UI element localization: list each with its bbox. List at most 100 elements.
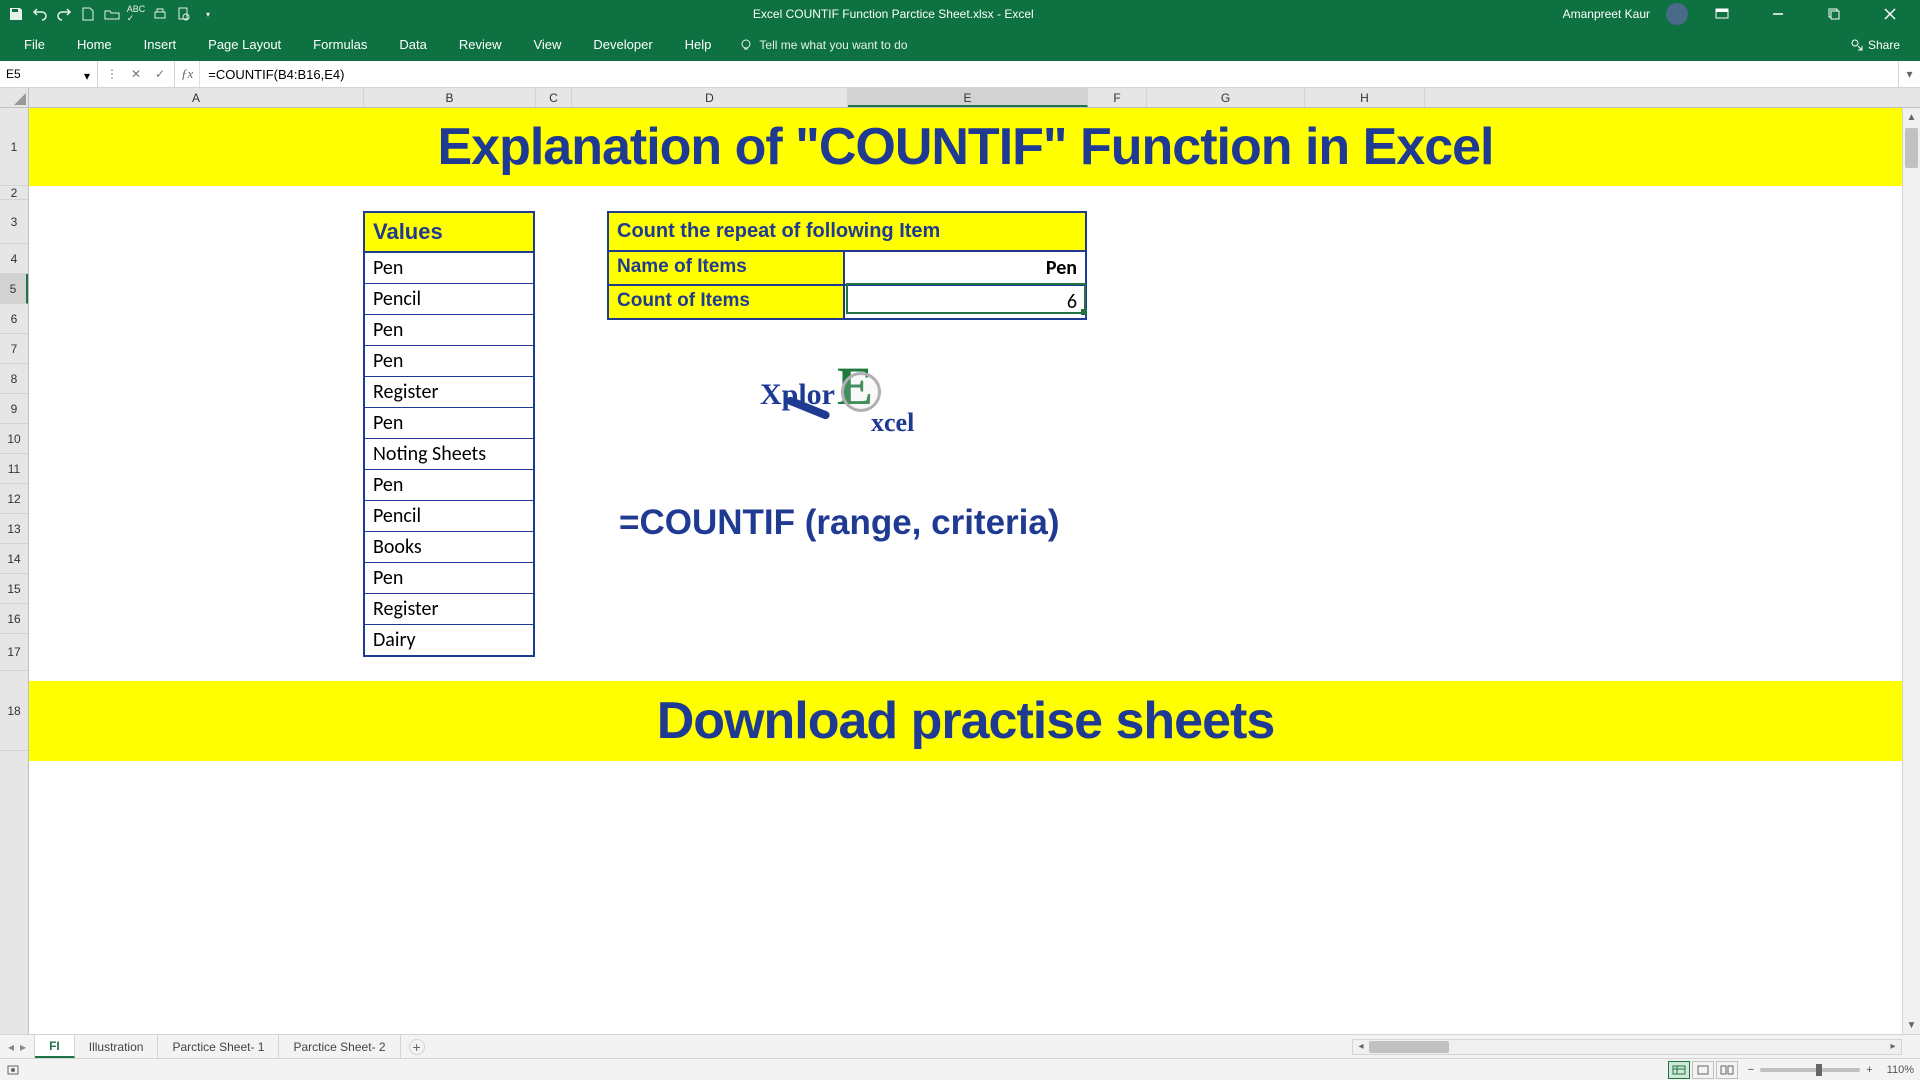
quickprint-icon[interactable] [152,6,168,22]
worksheet-grid: ABCDEFGH 123456789101112131415161718 Exp… [0,88,1920,1034]
column-header-B[interactable]: B [364,88,536,107]
zoom-out-button[interactable]: − [1748,1064,1754,1076]
scroll-up-icon[interactable]: ▲ [1903,108,1920,126]
column-header-E[interactable]: E [848,88,1088,107]
ribbon-tab-view[interactable]: View [519,29,575,60]
zoom-slider-thumb[interactable] [1816,1064,1822,1076]
add-sheet-button[interactable]: + [409,1039,425,1055]
normal-view-button[interactable] [1668,1061,1690,1079]
ribbon-tab-home[interactable]: Home [63,29,126,60]
row-header-9[interactable]: 9 [0,394,28,424]
ribbon-tab-formulas[interactable]: Formulas [299,29,381,60]
user-avatar-icon[interactable] [1666,3,1688,25]
vertical-scrollbar[interactable]: ▲ ▼ [1902,108,1920,1034]
row-header-16[interactable]: 16 [0,604,28,634]
name-box[interactable]: ▾ [0,61,98,87]
formula-input[interactable] [200,61,1898,87]
sheet-tab-parctice-sheet--2[interactable]: Parctice Sheet- 2 [279,1035,400,1058]
new-icon[interactable] [80,6,96,22]
zoom-controls: − + 110% [1748,1064,1914,1076]
qat-customize-icon[interactable]: ▾ [200,6,216,22]
zoom-slider[interactable] [1760,1068,1860,1072]
open-icon[interactable] [104,6,120,22]
fx-icon[interactable]: ƒx [175,61,200,87]
row-header-11[interactable]: 11 [0,454,28,484]
row-header-4[interactable]: 4 [0,244,28,274]
ribbon-tab-file[interactable]: File [10,29,59,60]
share-icon [1850,38,1864,52]
column-header-C[interactable]: C [536,88,572,107]
row-header-13[interactable]: 13 [0,514,28,544]
enter-icon[interactable]: ✓ [152,67,168,81]
ribbon-tab-review[interactable]: Review [445,29,516,60]
ribbon-tab-help[interactable]: Help [671,29,726,60]
column-header-F[interactable]: F [1088,88,1147,107]
sheet-tab-fi[interactable]: FI [35,1035,75,1058]
title-bar: ABC✓ ▾ Excel COUNTIF Function Parctice S… [0,0,1920,28]
row-header-1[interactable]: 1 [0,108,28,186]
user-name[interactable]: Amanpreet Kaur [1563,7,1654,21]
scroll-down-icon[interactable]: ▼ [1903,1016,1920,1034]
logo-text-xcel: xcel [871,408,914,438]
ribbon-tab-insert[interactable]: Insert [130,29,191,60]
zoom-in-button[interactable]: + [1866,1064,1872,1076]
row-header-10[interactable]: 10 [0,424,28,454]
close-button[interactable] [1868,0,1912,28]
page-layout-view-button[interactable] [1692,1061,1714,1079]
formula-bar-expand-icon[interactable]: ▾ [1898,61,1920,87]
column-header-A[interactable]: A [29,88,364,107]
row-header-2[interactable]: 2 [0,186,28,200]
maximize-button[interactable] [1812,0,1856,28]
name-of-items-label: Name of Items [609,252,845,284]
share-button[interactable]: Share [1840,32,1910,58]
minimize-button[interactable] [1756,0,1800,28]
tab-nav-prev-icon[interactable]: ◂ [8,1040,14,1054]
macro-record-icon[interactable] [6,1063,20,1077]
hscroll-thumb[interactable] [1369,1041,1449,1053]
sheet-tab-nav[interactable]: ◂ ▸ [0,1035,35,1058]
name-box-dropdown-icon[interactable]: ▾ [84,69,94,79]
select-all-button[interactable] [0,88,29,107]
ribbon-tab-data[interactable]: Data [385,29,440,60]
page-break-view-button[interactable] [1716,1061,1738,1079]
page-footer: Download practise sheets [29,681,1902,761]
spelling-icon[interactable]: ABC✓ [128,6,144,22]
tell-me-search[interactable]: Tell me what you want to do [739,38,907,52]
scroll-right-icon[interactable]: ▸ [1885,1041,1901,1052]
cancel-icon[interactable]: ✕ [128,67,144,81]
tab-split-handle[interactable]: ⋮ [1344,1040,1352,1054]
save-icon[interactable] [8,6,24,22]
row-header-15[interactable]: 15 [0,574,28,604]
row-header-8[interactable]: 8 [0,364,28,394]
vscroll-thumb[interactable] [1905,128,1918,168]
ribbon-tab-page-layout[interactable]: Page Layout [194,29,295,60]
row-header-18[interactable]: 18 [0,671,28,751]
values-row: Register [365,594,533,625]
sheet-tab-parctice-sheet--1[interactable]: Parctice Sheet- 1 [158,1035,279,1058]
name-box-input[interactable] [0,67,80,81]
row-header-5[interactable]: 5 [0,274,28,304]
horizontal-scrollbar[interactable]: ◂ ▸ [1352,1039,1902,1055]
zoom-level[interactable]: 110% [1887,1064,1914,1076]
row-header-17[interactable]: 17 [0,634,28,671]
row-header-14[interactable]: 14 [0,544,28,574]
sheet-tab-illustration[interactable]: Illustration [75,1035,159,1058]
values-row: Pen [365,408,533,439]
row-header-3[interactable]: 3 [0,200,28,244]
column-header-D[interactable]: D [572,88,848,107]
column-header-H[interactable]: H [1305,88,1425,107]
ribbon-tab-developer[interactable]: Developer [579,29,666,60]
row-header-12[interactable]: 12 [0,484,28,514]
row-header-6[interactable]: 6 [0,304,28,334]
scroll-left-icon[interactable]: ◂ [1353,1041,1369,1052]
formula-split-icon[interactable]: ⋮ [104,67,120,81]
preview-icon[interactable] [176,6,192,22]
undo-icon[interactable] [32,6,48,22]
cells-area[interactable]: Explanation of "COUNTIF" Function in Exc… [29,108,1902,1034]
tab-nav-next-icon[interactable]: ▸ [20,1040,26,1054]
column-header-G[interactable]: G [1147,88,1305,107]
row-header-7[interactable]: 7 [0,334,28,364]
redo-icon[interactable] [56,6,72,22]
sheet-tab-bar: ◂ ▸ FIIllustrationParctice Sheet- 1Parct… [0,1034,1920,1058]
ribbon-display-icon[interactable] [1700,0,1744,28]
